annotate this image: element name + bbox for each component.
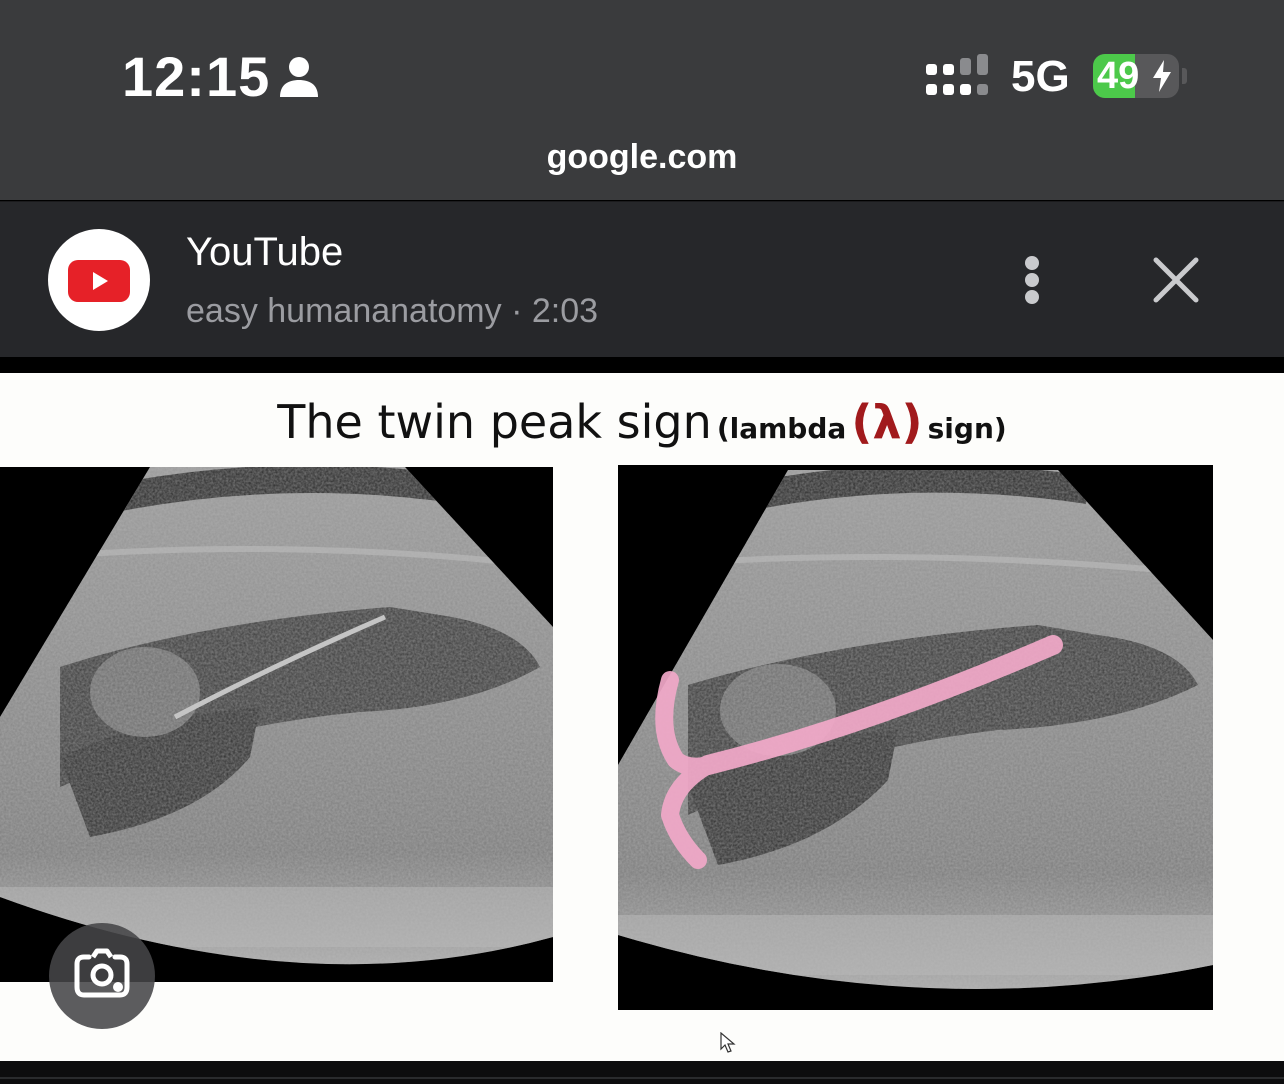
battery-tip: [1182, 68, 1187, 84]
source-header: YouTube easy humananatomy · 2:03: [0, 201, 1284, 357]
status-bar: 12:15 5G 49 google.com: [0, 0, 1284, 200]
youtube-logo-icon: [68, 260, 130, 302]
more-vertical-icon[interactable]: [1012, 250, 1052, 310]
close-icon[interactable]: [1150, 254, 1202, 306]
source-subtitle: easy humananatomy · 2:03: [186, 292, 599, 330]
slide-title-post: sign): [927, 412, 1007, 445]
slide-title-main: The twin peak sign: [277, 395, 712, 449]
url-label[interactable]: google.com: [0, 138, 1284, 177]
source-title[interactable]: YouTube: [186, 230, 343, 275]
cursor-icon: [720, 1032, 736, 1053]
divider: [0, 1077, 1284, 1079]
clock: 12:15: [122, 45, 271, 108]
slide-title-lambda: (λ): [851, 395, 923, 449]
source-avatar[interactable]: [48, 229, 150, 331]
slide-title-pre: (lambda: [716, 412, 847, 445]
image-viewer[interactable]: The twin peak sign (lambda (λ) sign): [0, 373, 1284, 1061]
ultrasound-image-right: [618, 465, 1213, 1010]
google-lens-button[interactable]: [49, 923, 155, 1029]
battery-indicator: 49: [1093, 54, 1179, 98]
google-lens-icon: [74, 948, 130, 998]
ultrasound-image-left: [0, 467, 553, 982]
network-type: 5G: [1011, 52, 1070, 101]
person-icon: [280, 57, 318, 97]
slide-title: The twin peak sign (lambda (λ) sign): [0, 395, 1284, 449]
charging-icon: [1153, 60, 1171, 92]
signal-icon: [926, 54, 988, 95]
bottom-bar: [0, 1061, 1284, 1084]
battery-level: 49: [1097, 55, 1140, 97]
